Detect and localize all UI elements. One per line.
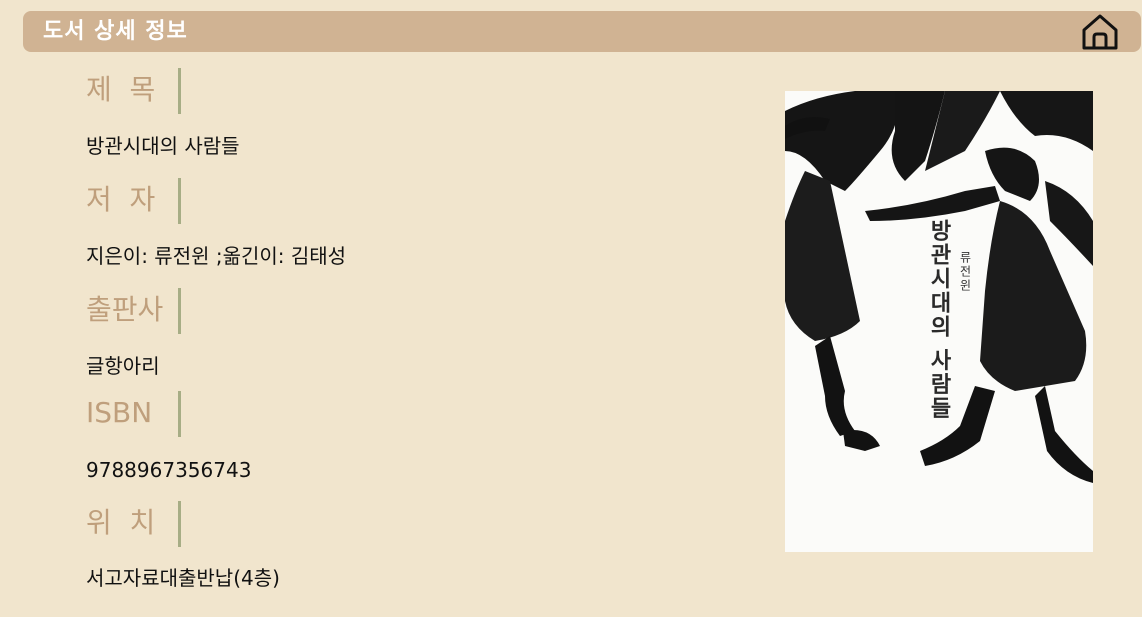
label-divider (178, 178, 181, 224)
publisher-value: 글항아리 (86, 354, 160, 378)
book-cover-image: 방관시대의 사람들 류전윈 (785, 91, 1093, 552)
author-label: 저 자 (86, 183, 156, 216)
home-icon (1082, 14, 1118, 50)
home-button[interactable] (1079, 13, 1121, 51)
isbn-label: ISBN (86, 396, 153, 429)
isbn-label-group: ISBN (86, 391, 182, 437)
author-label-group: 저 자 (86, 178, 182, 224)
publisher-label-group: 출판사 (86, 288, 182, 334)
cover-author-text: 류전윈 (958, 251, 972, 293)
publisher-label: 출판사 (86, 293, 164, 326)
title-label-group: 제 목 (86, 68, 182, 114)
isbn-value: 9788967356743 (86, 458, 252, 482)
label-divider (178, 68, 181, 114)
title-value: 방관시대의 사람들 (86, 134, 240, 158)
author-value: 지은이: 류전윈 ;옮긴이: 김태성 (86, 244, 347, 268)
page-title: 도서 상세 정보 (43, 19, 188, 44)
title-label: 제 목 (86, 73, 156, 106)
location-value: 서고자료대출반납(4층) (86, 566, 280, 590)
cover-title-text: 방관시대의 사람들 (926, 219, 952, 421)
label-divider (178, 288, 181, 334)
location-label-group: 위 치 (86, 501, 182, 547)
location-label: 위 치 (86, 506, 156, 539)
header-bar: 도서 상세 정보 (23, 11, 1141, 52)
label-divider (178, 391, 181, 437)
label-divider (178, 501, 181, 547)
